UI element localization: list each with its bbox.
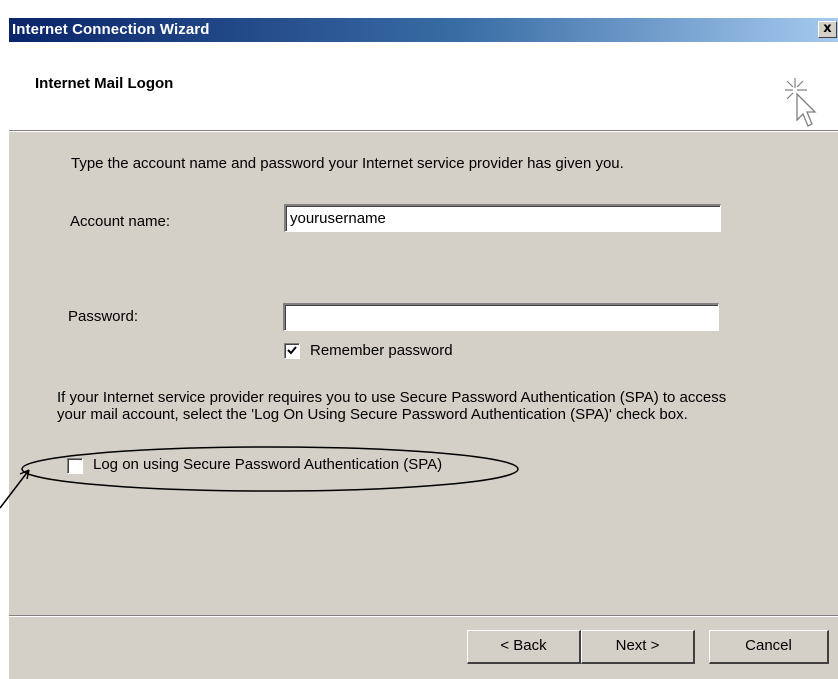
close-icon: x	[823, 21, 832, 36]
password-label: Password:	[68, 308, 139, 325]
remember-password-checkbox[interactable]	[284, 343, 300, 359]
wizard-header: Internet Mail Logon	[9, 42, 838, 131]
spa-description: If your Internet service provider requir…	[57, 389, 727, 423]
page-title: Internet Mail Logon	[35, 75, 174, 92]
wizard-cursor-icon	[785, 78, 817, 127]
back-button[interactable]: < Back	[467, 630, 581, 664]
next-button[interactable]: Next >	[581, 630, 695, 664]
password-input[interactable]	[283, 303, 719, 331]
spa-checkbox-label[interactable]: Log on using Secure Password Authenticat…	[93, 456, 442, 473]
close-button[interactable]: x	[818, 21, 837, 38]
header-divider	[9, 131, 838, 132]
account-name-input[interactable]	[284, 204, 721, 232]
cancel-button[interactable]: Cancel	[709, 630, 829, 664]
checkmark-icon	[287, 346, 297, 355]
account-name-label: Account name:	[70, 213, 171, 230]
spa-checkbox[interactable]	[67, 458, 83, 474]
remember-password-label[interactable]: Remember password	[310, 342, 453, 359]
title-bar: Internet Connection Wizard x	[9, 18, 838, 42]
window-title: Internet Connection Wizard	[12, 21, 210, 38]
footer-divider-highlight	[9, 616, 838, 617]
instruction-text: Type the account name and password your …	[71, 155, 624, 172]
wizard-window: Internet Connection Wizard x Internet Ma…	[8, 18, 838, 679]
